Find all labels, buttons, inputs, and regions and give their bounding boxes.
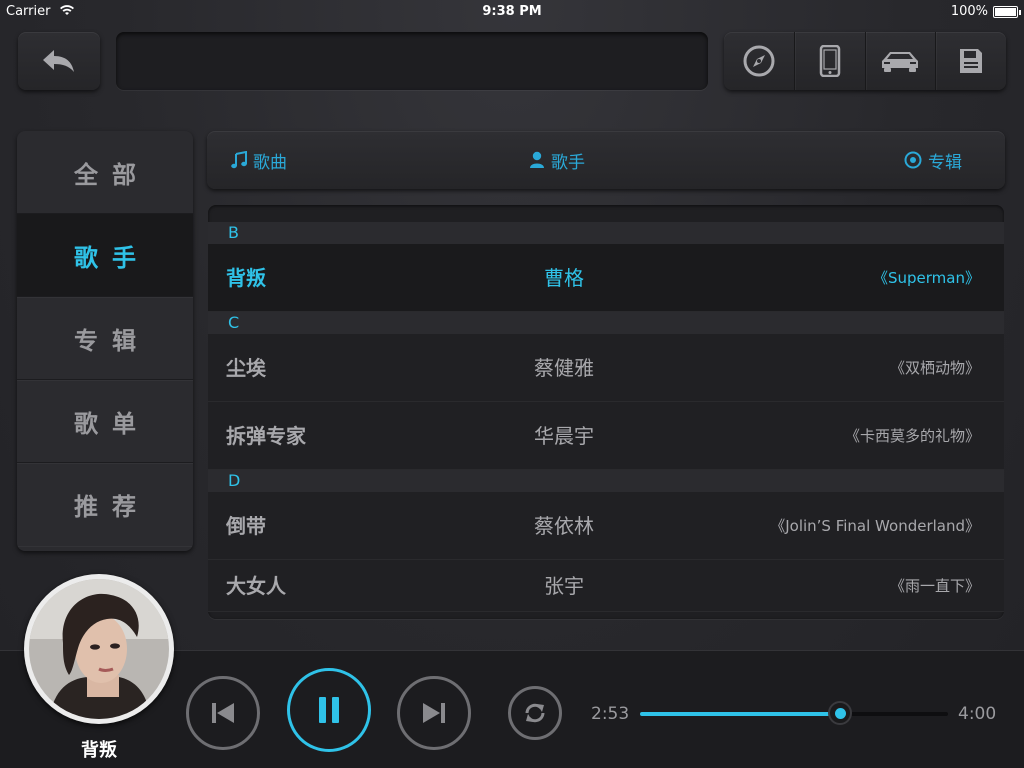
tool-group (724, 32, 1006, 90)
pause-icon (319, 697, 339, 723)
progress-slider[interactable] (640, 712, 948, 716)
album-name: 《雨一直下》 (889, 577, 980, 595)
song-title: 尘埃 (226, 356, 266, 380)
phone-button[interactable] (795, 32, 866, 90)
skip-next-icon (423, 703, 445, 723)
sidebar-item-label: 歌手 (74, 243, 150, 272)
tab-albums[interactable]: 专辑 (904, 131, 962, 189)
sidebar-item-label: 歌单 (74, 409, 150, 438)
tab-songs[interactable]: 歌曲 (231, 131, 287, 189)
sidebar-item-recommended[interactable]: 推荐 (17, 463, 193, 546)
battery-icon (993, 6, 1021, 18)
compass-button[interactable] (724, 32, 795, 90)
sidebar-item-all[interactable]: 全部 (17, 131, 193, 214)
album-name: 《Jolin’S Final Wonderland》 (770, 517, 980, 535)
artist-name: 蔡依林 (534, 514, 594, 538)
song-title: 拆弹专家 (226, 424, 306, 448)
artist-name: 张宇 (544, 574, 584, 598)
section-header: B (208, 222, 1004, 244)
album-name: 《卡西莫多的礼物》 (844, 427, 980, 445)
skip-previous-icon (212, 703, 234, 723)
sort-tabs: 歌曲 歌手 专辑 (207, 131, 1005, 189)
album-art[interactable] (24, 574, 174, 724)
list-item[interactable]: 大女人 张宇 《雨一直下》 (208, 560, 1004, 612)
repeat-button[interactable] (508, 686, 562, 740)
disc-icon (904, 151, 922, 169)
category-sidebar: 全部 歌手 专辑 歌单 推荐 (17, 131, 193, 551)
list-item[interactable]: 拆弹专家 华晨宇 《卡西莫多的礼物》 (208, 402, 1004, 470)
back-button[interactable] (18, 32, 100, 90)
tab-label: 专辑 (928, 152, 962, 173)
person-icon (530, 151, 544, 168)
repeat-icon (525, 703, 545, 723)
sidebar-item-albums[interactable]: 专辑 (17, 297, 193, 380)
song-title: 倒带 (226, 514, 266, 538)
song-list: B 背叛 曹格 《Superman》 C 尘埃 蔡健雅 《双栖动物》 拆弹专家 … (208, 205, 1004, 619)
section-header: D (208, 470, 1004, 492)
status-time: 9:38 PM (482, 4, 542, 19)
artist-name: 曹格 (544, 266, 584, 290)
sidebar-item-label: 专辑 (74, 326, 150, 355)
pause-button[interactable] (287, 668, 371, 752)
progress-handle[interactable] (828, 701, 853, 725)
tab-label: 歌手 (551, 152, 585, 173)
artist-name: 华晨宇 (534, 424, 594, 448)
sidebar-item-artists[interactable]: 歌手 (17, 214, 193, 297)
artist-photo (29, 579, 169, 719)
music-note-icon (231, 151, 247, 169)
tab-artists[interactable]: 歌手 (529, 131, 585, 189)
sidebar-item-playlists[interactable]: 歌单 (17, 380, 193, 463)
title-bar (116, 32, 708, 90)
phone-icon (819, 45, 840, 77)
next-button[interactable] (397, 676, 471, 750)
section-header: C (208, 312, 1004, 334)
sidebar-item-label: 推荐 (74, 493, 150, 521)
progress-fill (640, 712, 841, 716)
previous-button[interactable] (186, 676, 260, 750)
car-icon (882, 52, 919, 72)
tab-label: 歌曲 (253, 152, 287, 173)
status-bar: Carrier 9:38 PM 100% (0, 0, 1024, 24)
battery-percent: 100% (950, 4, 988, 19)
compass-icon (743, 45, 775, 77)
song-title: 背叛 (226, 266, 266, 290)
list-item[interactable]: 尘埃 蔡健雅 《双栖动物》 (208, 334, 1004, 402)
song-title: 大女人 (226, 574, 286, 598)
car-button[interactable] (866, 32, 937, 90)
album-name: 《双栖动物》 (889, 359, 980, 377)
album-name: 《Superman》 (873, 269, 980, 287)
total-time: 4:00 (958, 704, 997, 724)
now-playing-title: 背叛 (81, 740, 117, 761)
current-time: 2:53 (591, 704, 630, 724)
back-arrow-icon (43, 50, 74, 72)
artist-name: 蔡健雅 (534, 356, 594, 380)
sidebar-item-label: 全部 (74, 160, 150, 189)
list-item[interactable]: 倒带 蔡依林 《Jolin’S Final Wonderland》 (208, 492, 1004, 560)
save-icon (960, 49, 983, 73)
list-item[interactable]: 背叛 曹格 《Superman》 (208, 244, 1004, 312)
save-button[interactable] (936, 32, 1006, 90)
